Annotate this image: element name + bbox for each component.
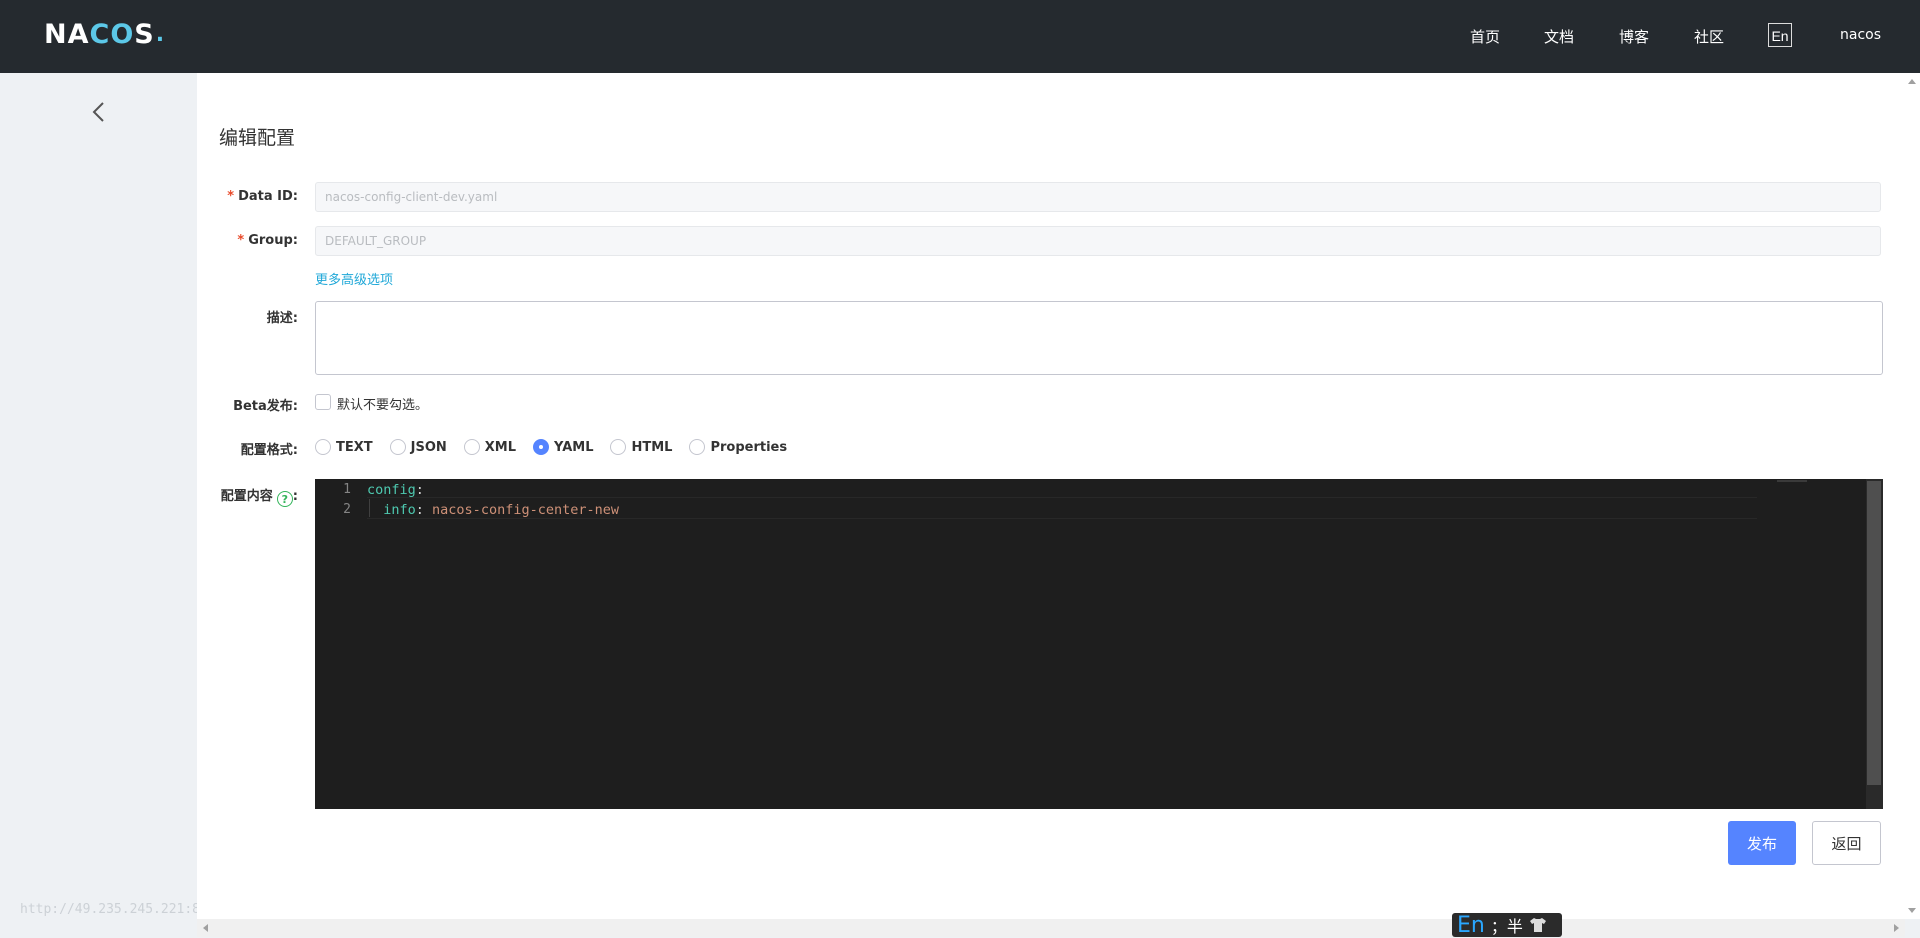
help-icon[interactable]: ? xyxy=(276,491,293,507)
page-title: 编辑配置 xyxy=(219,127,296,149)
group-label: * Group: xyxy=(237,233,298,248)
sidebar xyxy=(0,73,197,937)
content-label-colon: : xyxy=(292,489,298,504)
nav-community[interactable]: 社区 xyxy=(1694,26,1724,47)
code-editor[interactable]: 1 2 config: info: nacos-config-center-ne… xyxy=(315,479,1883,809)
logo-text-b: CO xyxy=(89,18,135,50)
user-name[interactable]: nacos xyxy=(1840,27,1881,43)
language-toggle-button[interactable]: En xyxy=(1768,23,1792,47)
radio-label: TEXT xyxy=(336,439,373,455)
line-number: 1 xyxy=(343,482,351,497)
scroll-down-arrow-icon[interactable] xyxy=(1908,908,1916,913)
ime-status: ；半 xyxy=(1490,917,1523,936)
radio-text[interactable]: TEXT xyxy=(315,439,373,455)
page-horizontal-scrollbar[interactable] xyxy=(197,919,1905,937)
beta-checkbox[interactable] xyxy=(315,394,331,410)
ime-mode: En xyxy=(1457,912,1485,938)
yaml-sep: : xyxy=(415,502,433,518)
content-label: 配置内容?: xyxy=(221,485,298,507)
data-id-label-text: Data ID: xyxy=(238,189,298,204)
yaml-value: nacos-config-center-new xyxy=(432,502,619,518)
radio-properties[interactable]: Properties xyxy=(689,439,787,455)
status-url-text: http://49.235.245.221:8 xyxy=(20,902,201,917)
scroll-right-arrow-icon[interactable] xyxy=(1894,924,1899,932)
radio-circle xyxy=(315,439,331,455)
yaml-sep: : xyxy=(415,482,424,498)
page-vertical-scrollbar[interactable] xyxy=(1905,73,1920,919)
beta-hint: 默认不要勾选。 xyxy=(337,398,429,413)
scroll-up-arrow-icon[interactable] xyxy=(1908,79,1916,84)
content-label-text: 配置内容 xyxy=(220,489,273,504)
radio-label: XML xyxy=(484,439,517,455)
code-line[interactable]: info: nacos-config-center-new xyxy=(367,502,619,518)
logo-text-a: NA xyxy=(44,18,90,50)
logo-dot: . xyxy=(155,21,166,47)
group-input[interactable]: DEFAULT_GROUP xyxy=(315,226,1881,256)
required-mark: * xyxy=(227,189,235,204)
editor-scrollbar-thumb[interactable] xyxy=(1867,481,1881,785)
line-number: 2 xyxy=(343,502,351,517)
code-line[interactable]: config: xyxy=(367,482,424,498)
nav-docs[interactable]: 文档 xyxy=(1544,26,1574,47)
radio-circle xyxy=(689,439,706,455)
nav-home[interactable]: 首页 xyxy=(1470,26,1500,47)
format-label: 配置格式: xyxy=(240,443,298,458)
yaml-key: config xyxy=(367,482,416,498)
radio-html[interactable]: HTML xyxy=(610,439,672,455)
top-navbar: NA CO S. 首页 文档 博客 社区 En nacos xyxy=(0,0,1920,73)
radio-yaml[interactable]: YAML xyxy=(533,439,593,455)
radio-label: HTML xyxy=(631,439,673,455)
main-content: 编辑配置 * Data ID: nacos-config-client-dev.y… xyxy=(197,73,1905,919)
ime-status-bar[interactable]: En ；半 xyxy=(1452,912,1562,938)
description-textarea[interactable] xyxy=(315,301,1883,375)
radio-label: JSON xyxy=(410,439,447,455)
radio-label: YAML xyxy=(554,439,594,455)
advanced-options-link[interactable]: 更多高级选项 xyxy=(315,269,393,288)
logo-text-c: S xyxy=(134,18,155,50)
chevron-left-icon[interactable] xyxy=(88,100,112,124)
nav-blog[interactable]: 博客 xyxy=(1619,26,1649,47)
radio-circle xyxy=(463,439,480,455)
radio-json[interactable]: JSON xyxy=(389,439,447,455)
scroll-left-arrow-icon[interactable] xyxy=(203,924,208,932)
group-label-text: Group: xyxy=(248,233,298,248)
back-button[interactable]: 返回 xyxy=(1812,821,1881,865)
radio-circle-selected xyxy=(533,439,550,455)
radio-circle xyxy=(610,439,627,455)
skin-shirt-icon xyxy=(1529,918,1546,932)
required-mark: * xyxy=(237,233,245,248)
publish-button[interactable]: 发布 xyxy=(1728,821,1796,865)
data-id-label: * Data ID: xyxy=(227,189,298,204)
radio-label: Properties xyxy=(710,439,788,455)
data-id-input[interactable]: nacos-config-client-dev.yaml xyxy=(315,182,1881,212)
format-radio-group: TEXT JSON XML YAML HTML Properties xyxy=(315,438,804,456)
yaml-key: info xyxy=(367,502,416,518)
description-label: 描述: xyxy=(266,311,298,326)
beta-label: Beta发布: xyxy=(233,399,298,414)
line-number-gutter: 1 2 xyxy=(315,479,359,809)
radio-circle xyxy=(389,439,406,455)
radio-xml[interactable]: XML xyxy=(463,439,517,455)
nacos-logo[interactable]: NA CO S. xyxy=(44,18,165,50)
minimap[interactable] xyxy=(1777,480,1807,482)
